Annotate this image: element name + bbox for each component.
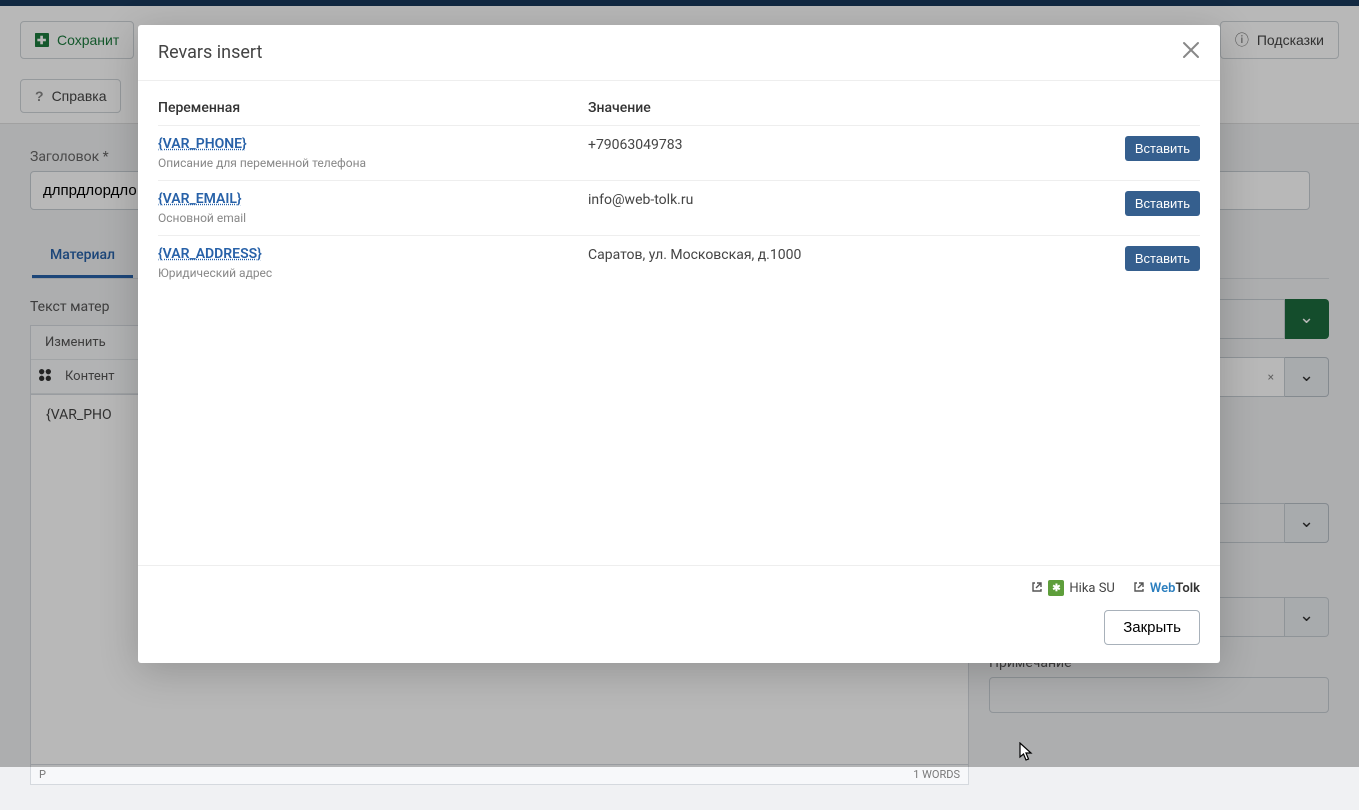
col-header-variable: Переменная bbox=[158, 100, 588, 116]
var-value: Саратов, ул. Московская, д.1000 bbox=[588, 246, 1125, 263]
revars-modal: Revars insert Переменная Значение {VAR_P… bbox=[138, 25, 1220, 663]
table-head: Переменная Значение bbox=[158, 91, 1200, 125]
external-link-icon bbox=[1031, 581, 1043, 596]
var-desc: Основной email bbox=[158, 211, 588, 225]
external-link-icon bbox=[1133, 581, 1145, 596]
col-header-value: Значение bbox=[588, 100, 1130, 116]
hika-icon: ✱ bbox=[1048, 580, 1064, 596]
table-row: {VAR_ADDRESS} Юридический адрес Саратов,… bbox=[158, 235, 1200, 290]
var-link-email[interactable]: {VAR_EMAIL} bbox=[158, 191, 588, 207]
modal-close-x[interactable] bbox=[1182, 41, 1200, 64]
editor-statusbar: P 1 WORDS bbox=[30, 765, 969, 785]
table-row: {VAR_PHONE} Описание для переменной теле… bbox=[158, 125, 1200, 180]
var-value: +79063049783 bbox=[588, 136, 1125, 153]
var-desc: Юридический адрес bbox=[158, 266, 588, 280]
var-link-address[interactable]: {VAR_ADDRESS} bbox=[158, 246, 588, 262]
close-button[interactable]: Закрыть bbox=[1104, 610, 1200, 645]
modal-title: Revars insert bbox=[158, 42, 262, 63]
insert-button[interactable]: Вставить bbox=[1125, 246, 1200, 271]
sponsor-row: ✱ Hika SU WebTolk bbox=[158, 580, 1200, 596]
var-value: info@web-tolk.ru bbox=[588, 191, 1125, 208]
var-link-phone[interactable]: {VAR_PHONE} bbox=[158, 136, 588, 152]
insert-button[interactable]: Вставить bbox=[1125, 136, 1200, 161]
table-row: {VAR_EMAIL} Основной email info@web-tolk… bbox=[158, 180, 1200, 235]
sponsor-hika[interactable]: ✱ Hika SU bbox=[1031, 580, 1114, 596]
sponsor-webtolk[interactable]: WebTolk bbox=[1133, 581, 1200, 596]
var-desc: Описание для переменной телефона bbox=[158, 156, 588, 170]
insert-button[interactable]: Вставить bbox=[1125, 191, 1200, 216]
